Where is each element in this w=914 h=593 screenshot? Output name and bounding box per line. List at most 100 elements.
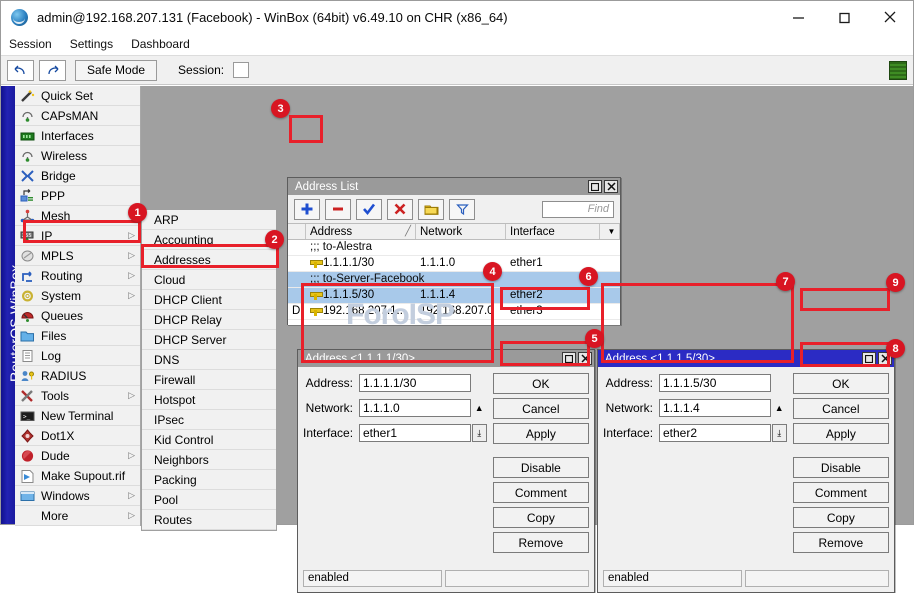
submenu-item-dhcp-server[interactable]: DHCP Server	[142, 330, 276, 350]
comment-button[interactable]: Comment	[793, 482, 889, 503]
sidebar-item-mesh[interactable]: Mesh	[15, 206, 140, 226]
sidebar-item-radius[interactable]: RADIUS	[15, 366, 140, 386]
column-interface[interactable]: Interface	[506, 224, 600, 239]
table-row[interactable]: 1.1.1.5/30 1.1.1.4 ether2	[288, 288, 620, 304]
submenu-item-packing[interactable]: Packing	[142, 470, 276, 490]
sidebar-item-mpls[interactable]: MPLS ▷	[15, 246, 140, 266]
close-icon[interactable]	[604, 180, 618, 193]
sidebar-item-files[interactable]: Files	[15, 326, 140, 346]
session-input[interactable]	[233, 62, 249, 78]
ok-button[interactable]: OK	[493, 373, 589, 394]
sidebar-item-tools[interactable]: Tools ▷	[15, 386, 140, 406]
redo-icon[interactable]	[39, 60, 66, 81]
apply-button[interactable]: Apply	[793, 423, 889, 444]
disable-icon[interactable]	[387, 199, 413, 220]
network-input[interactable]: 1.1.1.0	[359, 399, 471, 417]
sidebar-item-queues[interactable]: Queues	[15, 306, 140, 326]
sidebar-menu: Quick Set CAPsMAN Interfaces Wireless Br…	[15, 86, 141, 526]
submenu-item-kid-control[interactable]: Kid Control	[142, 430, 276, 450]
sidebar-item-wireless[interactable]: Wireless	[15, 146, 140, 166]
spin-down-icon[interactable]: ⤓	[772, 424, 787, 442]
sidebar-item-log[interactable]: Log	[15, 346, 140, 366]
sidebar-item-new-terminal[interactable]: >_ New Terminal	[15, 406, 140, 426]
enable-icon[interactable]	[356, 199, 382, 220]
interface-label: Interface:	[303, 426, 359, 440]
sidebar-item-dude[interactable]: Dude ▷	[15, 446, 140, 466]
sidebar-item-bridge[interactable]: Bridge	[15, 166, 140, 186]
dialog1-body: Address: 1.1.1.1/30 Network: 1.1.1.0 ▲ I…	[298, 367, 594, 570]
sidebar-item-system[interactable]: System ▷	[15, 286, 140, 306]
spin-down-icon[interactable]: ⤓	[472, 424, 487, 442]
remove-button[interactable]: Remove	[493, 532, 589, 553]
comment-icon[interactable]	[418, 199, 444, 220]
apply-button[interactable]: Apply	[493, 423, 589, 444]
sidebar-item-capsman[interactable]: CAPsMAN	[15, 106, 140, 126]
add-icon[interactable]	[294, 199, 320, 220]
submenu-item-firewall[interactable]: Firewall	[142, 370, 276, 390]
spin-up-icon[interactable]: ▲	[772, 399, 787, 417]
submenu-item-ipsec[interactable]: IPsec	[142, 410, 276, 430]
maximize-icon[interactable]	[562, 352, 576, 365]
find-input[interactable]: Find	[542, 201, 614, 218]
table-row[interactable]: D 192.168.207.1... 192.168.207.0 ether3	[288, 304, 620, 320]
submenu-item-accounting[interactable]: Accounting	[142, 230, 276, 250]
table-row[interactable]: 1.1.1.1/30 1.1.1.0 ether1	[288, 256, 620, 272]
address-input[interactable]: 1.1.1.5/30	[659, 374, 771, 392]
interface-input[interactable]: ether1	[359, 424, 471, 442]
comment-button[interactable]: Comment	[493, 482, 589, 503]
column-dropdown-icon[interactable]: ▼	[600, 224, 620, 239]
menu-settings[interactable]: Settings	[70, 37, 113, 51]
mesh-icon	[20, 209, 35, 223]
sidebar-item-interfaces[interactable]: Interfaces	[15, 126, 140, 146]
sidebar-item-make-supout[interactable]: Make Supout.rif	[15, 466, 140, 486]
column-address[interactable]: Address ╱	[306, 224, 416, 239]
submenu-item-pool[interactable]: Pool	[142, 490, 276, 510]
submenu-item-arp[interactable]: ARP	[142, 210, 276, 230]
submenu-item-hotspot[interactable]: Hotspot	[142, 390, 276, 410]
submenu-item-routes[interactable]: Routes	[142, 510, 276, 530]
sidebar-item-dot1x[interactable]: Dot1X	[15, 426, 140, 446]
disable-button[interactable]: Disable	[493, 457, 589, 478]
remove-icon[interactable]	[325, 199, 351, 220]
files-icon	[20, 329, 35, 343]
cancel-button[interactable]: Cancel	[793, 398, 889, 419]
safe-mode-button[interactable]: Safe Mode	[75, 60, 157, 81]
submenu-item-dhcp-relay[interactable]: DHCP Relay	[142, 310, 276, 330]
maximize-icon[interactable]	[821, 1, 867, 33]
routing-icon	[20, 269, 35, 283]
ok-button[interactable]: OK	[793, 373, 889, 394]
menu-session[interactable]: Session	[9, 37, 52, 51]
undo-icon[interactable]	[7, 60, 34, 81]
network-input[interactable]: 1.1.1.4	[659, 399, 771, 417]
cancel-button[interactable]: Cancel	[493, 398, 589, 419]
sidebar-item-ip[interactable]: 255 IP ▷	[15, 226, 140, 246]
interface-input[interactable]: ether2	[659, 424, 771, 442]
disable-button[interactable]: Disable	[793, 457, 889, 478]
remove-button[interactable]: Remove	[793, 532, 889, 553]
spin-up-icon[interactable]: ▲	[472, 399, 487, 417]
close-icon[interactable]	[578, 352, 592, 365]
sidebar-item-windows[interactable]: Windows ▷	[15, 486, 140, 506]
submenu-item-dhcp-client[interactable]: DHCP Client	[142, 290, 276, 310]
maximize-icon[interactable]	[588, 180, 602, 193]
sidebar-item-quick-set[interactable]: Quick Set	[15, 86, 140, 106]
close-icon[interactable]	[867, 1, 913, 33]
address-list-titlebar: Address List	[288, 178, 620, 195]
address-list-window: Address List	[287, 177, 621, 325]
sidebar-item-more[interactable]: More ▷	[15, 506, 140, 526]
column-network[interactable]: Network	[416, 224, 506, 239]
filter-icon[interactable]	[449, 199, 475, 220]
submenu-item-cloud[interactable]: Cloud	[142, 270, 276, 290]
minimize-icon[interactable]	[775, 1, 821, 33]
sidebar-item-routing[interactable]: Routing ▷	[15, 266, 140, 286]
table-row[interactable]: ;;; to-Alestra	[288, 240, 620, 256]
sidebar-blue-strip: RouterOS WinBox	[1, 86, 15, 524]
submenu-item-neighbors[interactable]: Neighbors	[142, 450, 276, 470]
address-input[interactable]: 1.1.1.1/30	[359, 374, 471, 392]
menu-dashboard[interactable]: Dashboard	[131, 37, 190, 51]
maximize-icon[interactable]	[862, 352, 876, 365]
submenu-item-dns[interactable]: DNS	[142, 350, 276, 370]
submenu-item-addresses[interactable]: Addresses	[142, 250, 276, 270]
table-row[interactable]: ;;; to-Server-Facebook	[288, 272, 620, 288]
sidebar-item-ppp[interactable]: PPP	[15, 186, 140, 206]
